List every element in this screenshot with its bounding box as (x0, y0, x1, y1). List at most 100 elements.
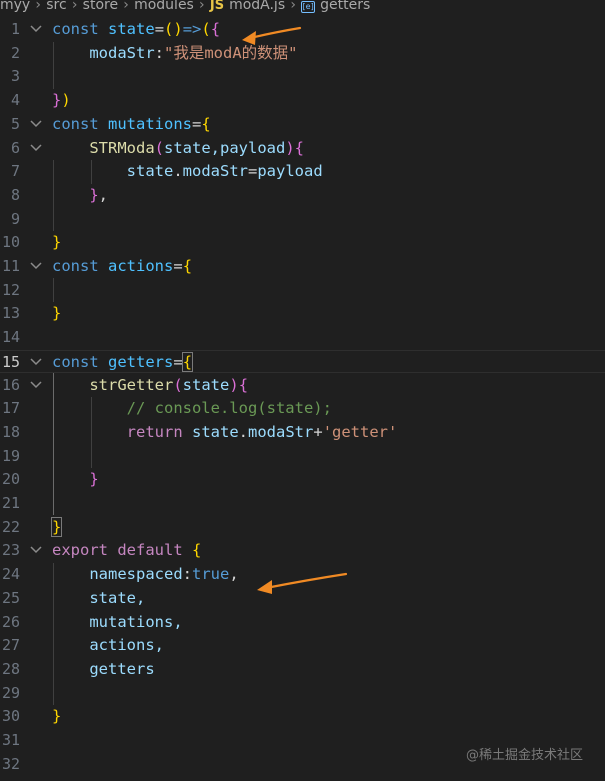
breadcrumb-separator: › (35, 0, 42, 13)
code-line[interactable]: 13 } (0, 302, 605, 326)
breadcrumb-separator: › (123, 0, 129, 13)
code-line[interactable]: 29 (0, 682, 605, 706)
code-line[interactable]: 5 const mutations={ (0, 113, 605, 137)
line-number: 14 (1, 328, 20, 347)
code-line[interactable]: 18 return state.modaStr+'getter' (0, 421, 605, 445)
code-line[interactable]: 17 // console.log(state); (0, 397, 605, 421)
breadcrumb: myy › src › store › modules › JS modA.js › [e] gette… (0, 0, 605, 14)
code-text: actions, (89, 636, 164, 655)
code-editor[interactable]: 1 const state=()=>({ 2 modaStr:"我是modA的数… (0, 18, 605, 781)
code-line[interactable]: 23 export default { (0, 539, 605, 563)
fold-chevron-icon[interactable] (30, 255, 44, 279)
code-line[interactable]: 28 getters (0, 658, 605, 682)
code-line[interactable]: 27 actions, (0, 634, 605, 658)
code-line[interactable]: 11 const actions={ (0, 255, 605, 279)
breadcrumb-item-src[interactable]: src (46, 0, 66, 12)
watermark: @稀土掘金技术社区 (465, 748, 583, 763)
code-line[interactable]: 20 } (0, 468, 605, 492)
breadcrumb-item-store[interactable]: store (83, 0, 118, 12)
line-number: 20 (1, 470, 20, 489)
code-line[interactable]: 14 (0, 326, 605, 350)
line-number: 12 (1, 280, 20, 299)
line-number: 9 (10, 209, 20, 228)
line-number: 16 (1, 375, 20, 394)
breadcrumb-item-symbol[interactable]: [e] getters (301, 0, 370, 13)
code-text: } (89, 470, 99, 489)
code-line[interactable]: 10 } (0, 231, 605, 255)
line-number: 23 (1, 541, 20, 560)
annotation-arrow-namespaced (257, 572, 348, 594)
code-text: }) (52, 91, 71, 110)
code-text: return state.modaStr+'getter' (126, 422, 398, 441)
line-number: 31 (1, 731, 20, 749)
line-number: 26 (1, 612, 20, 631)
line-number: 4 (10, 91, 20, 110)
breadcrumb-item-myy[interactable]: myy (0, 0, 30, 12)
line-number: 19 (1, 446, 20, 465)
javascript-file-icon: JS (209, 0, 225, 13)
line-number: 3 (10, 67, 20, 86)
code-line[interactable]: 21 (0, 492, 605, 516)
code-line[interactable]: 6 STRModa(state,payload){ (0, 137, 605, 161)
fold-chevron-icon[interactable] (30, 374, 44, 398)
breadcrumb-item-modules[interactable]: modules (134, 0, 194, 12)
line-number: 17 (1, 399, 20, 418)
code-text: state.modaStr=payload (126, 162, 323, 181)
code-line[interactable]: 19 (0, 445, 605, 469)
code-line[interactable]: 12 (0, 279, 605, 303)
code-text: mutations, (89, 612, 183, 631)
code-text: export default { (52, 541, 202, 560)
fold-chevron-icon[interactable] (30, 539, 44, 563)
line-number: 27 (1, 636, 20, 655)
line-number: 10 (1, 233, 20, 252)
code-text: } (52, 707, 62, 726)
code-text: STRModa(state,payload){ (89, 138, 305, 157)
code-text: const actions={ (52, 257, 193, 275)
line-number: 24 (1, 565, 20, 584)
code-text: strGetter(state){ (89, 375, 249, 394)
code-text: namespaced:true, (89, 565, 239, 584)
line-number: 5 (10, 114, 20, 133)
breadcrumb-separator: › (290, 0, 296, 13)
fold-chevron-icon[interactable] (30, 137, 44, 161)
line-number: 21 (1, 494, 20, 512)
code-line[interactable]: 30 } (0, 705, 605, 729)
code-line[interactable]: 7 state.modaStr=payload (0, 160, 605, 184)
line-number: 18 (1, 422, 20, 441)
code-line[interactable]: 22 } (0, 516, 605, 540)
code-line[interactable]: 4 }) (0, 89, 605, 113)
fold-chevron-icon[interactable] (30, 18, 44, 42)
code-line-current[interactable]: 15 const getters={ (0, 349, 605, 375)
breadcrumb-item-file[interactable]: JS modA.js (210, 0, 285, 13)
code-line[interactable]: 8 }, (0, 184, 605, 208)
line-number: 32 (1, 754, 20, 773)
line-number: 15 (1, 352, 20, 371)
code-text: } (50, 516, 63, 537)
code-text: } (52, 233, 62, 252)
code-text: const mutations={ (52, 114, 211, 133)
line-number: 6 (10, 138, 20, 157)
code-text: const state=()=>({ (52, 20, 221, 38)
line-number: 25 (1, 588, 20, 607)
code-line[interactable]: 16 strGetter(state){ (0, 374, 605, 398)
symbol-variable-icon: [e] (301, 1, 316, 13)
line-number: 1 (10, 20, 20, 38)
breadcrumb-file-label: modA.js (229, 0, 286, 13)
code-text: state, (89, 588, 146, 607)
fold-chevron-icon[interactable] (30, 113, 44, 137)
fold-chevron-icon[interactable] (30, 351, 44, 375)
code-line[interactable]: 9 (0, 208, 605, 232)
code-line[interactable]: 26 mutations, (0, 611, 605, 635)
line-number: 8 (10, 185, 20, 204)
line-number: 22 (1, 517, 20, 536)
code-text: getters (89, 659, 155, 678)
code-line[interactable]: 3 (0, 65, 605, 89)
line-number: 29 (1, 683, 20, 702)
line-number: 13 (1, 304, 20, 323)
line-number: 7 (10, 162, 20, 181)
line-number: 11 (1, 257, 20, 275)
line-number: 30 (1, 707, 20, 726)
code-text: }, (89, 185, 109, 204)
breadcrumb-separator: › (199, 0, 205, 13)
breadcrumb-separator: › (71, 0, 78, 13)
